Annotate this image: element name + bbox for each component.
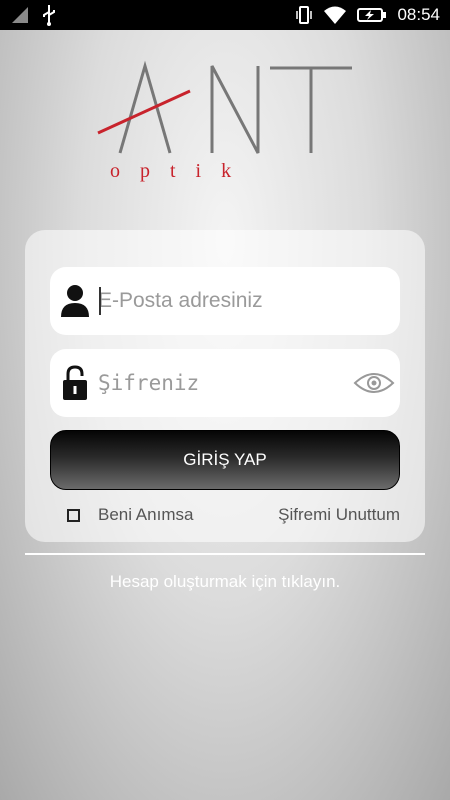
email-field[interactable] — [50, 267, 400, 335]
user-icon — [61, 285, 89, 317]
text-cursor — [99, 287, 101, 315]
password-input[interactable] — [98, 349, 348, 417]
clock: 08:54 — [397, 5, 440, 24]
divider — [25, 553, 425, 555]
vibrate-icon — [296, 6, 313, 24]
remember-label: Beni Anımsa — [98, 505, 194, 524]
remember-me[interactable]: Beni Anımsa — [67, 505, 193, 525]
signup-link[interactable]: Hesap oluşturmak için tıklayın. — [0, 572, 450, 592]
email-input[interactable] — [98, 267, 348, 335]
battery-charging-icon — [357, 8, 387, 22]
login-button[interactable]: GİRİŞ YAP — [50, 430, 400, 490]
forgot-password-link[interactable]: Şifremi Unuttum — [278, 505, 400, 525]
usb-icon — [43, 5, 55, 26]
eye-icon[interactable] — [353, 369, 395, 397]
remember-checkbox[interactable] — [67, 508, 80, 522]
password-field[interactable] — [50, 349, 400, 417]
lock-icon — [63, 365, 87, 400]
signal-icon — [12, 7, 28, 23]
logo-subtitle: optik — [110, 160, 252, 182]
wifi-icon — [324, 6, 347, 24]
status-bar: 08:54 — [0, 0, 450, 30]
